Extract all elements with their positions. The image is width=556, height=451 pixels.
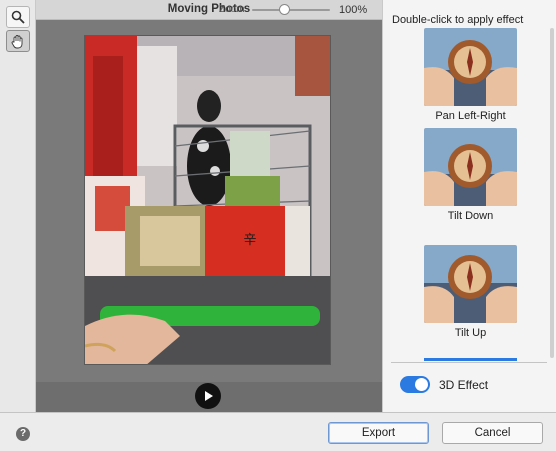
preview-toolbar: Moving Photos Zoom 100% [36,0,382,20]
effects-header: Double-click to apply effect [392,14,524,26]
hand-tool-button[interactable] [6,30,30,52]
compass-thumbnail [424,28,517,106]
3d-effect-label: 3D Effect [439,378,489,392]
export-button[interactable]: Export [328,422,429,444]
shopping-cart-photo: 辛 [85,36,330,364]
footer-bar: ? Export Cancel [0,412,556,451]
effect-tilt-up[interactable]: Tilt Up [424,245,517,339]
effect-thumbnail [424,28,517,106]
help-icon[interactable]: ? [16,427,30,441]
effect-pan-left-right[interactable]: Pan Left-Right [424,28,517,122]
effect-label: Tilt Up [454,327,487,339]
window-title: Moving Photos [167,3,251,15]
effect-thumbnail [424,128,517,206]
compass-thumbnail [424,245,517,323]
effect-label: Tilt Down [447,210,494,222]
zoom-label: Zoom [219,4,245,15]
preview-area: Moving Photos Zoom 100% 辛 [36,0,382,412]
next-effect-peek [424,358,517,361]
effect-tilt-down[interactable]: Tilt Down [424,128,517,222]
effect-label: Pan Left-Right [435,110,506,122]
panel-divider [391,362,547,363]
zoom-slider[interactable] [252,9,330,11]
zoom-value: 100% [339,4,368,16]
hand-icon [11,34,23,48]
tool-strip [0,0,36,412]
compass-thumbnail [424,128,517,206]
play-icon [205,391,213,401]
effects-list: Pan Left-Right Tilt Down Tilt Up [383,26,547,362]
3d-effect-toggle[interactable] [400,376,430,393]
magnifier-icon [11,10,25,24]
zoom-tool-button[interactable] [6,6,30,28]
svg-text:辛: 辛 [243,233,256,248]
effect-thumbnail [424,245,517,323]
play-button[interactable] [195,383,221,409]
effects-panel: Double-click to apply effect Pan Left-Ri… [382,0,556,412]
effects-scrollbar[interactable] [549,28,555,358]
photo-preview[interactable]: 辛 [84,35,331,365]
cancel-button[interactable]: Cancel [442,422,543,444]
